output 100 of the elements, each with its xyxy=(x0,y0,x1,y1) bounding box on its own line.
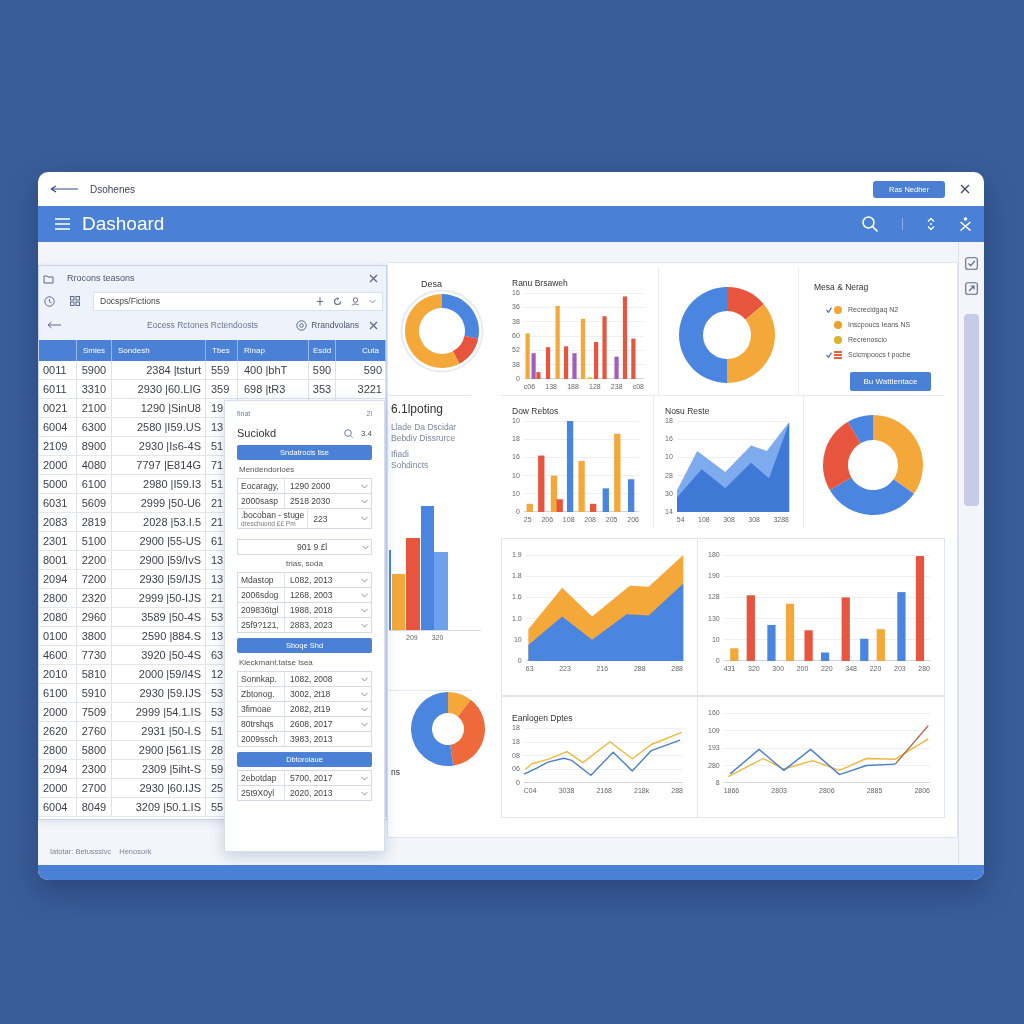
user-icon[interactable] xyxy=(351,296,360,306)
select-field[interactable]: Mdastop L082, 2013 xyxy=(237,572,372,588)
checkbox-icon[interactable] xyxy=(965,257,978,270)
chevron-down-icon[interactable] xyxy=(361,622,368,628)
back-arrow-icon[interactable] xyxy=(47,321,61,329)
chevron-down-icon[interactable] xyxy=(369,298,376,304)
chevron-down-icon[interactable] xyxy=(361,516,368,521)
column-header[interactable]: Esdd xyxy=(312,346,332,355)
chevron-down-icon[interactable] xyxy=(361,706,368,712)
folder-icon[interactable] xyxy=(43,272,54,284)
close-icon[interactable] xyxy=(960,184,970,194)
column-header[interactable]: Smies xyxy=(82,346,106,355)
select-field[interactable]: Eocaragy, 1290 2000 xyxy=(237,478,372,494)
table-cell: 59 xyxy=(211,763,224,775)
select-field[interactable]: 3fimoae 2082, 2t19 xyxy=(237,701,372,717)
field-label: .bocoban - stuge xyxy=(241,510,305,520)
chevron-down-icon[interactable] xyxy=(361,676,368,682)
table-cell: 5000 xyxy=(43,478,68,490)
sort-icon[interactable] xyxy=(927,217,935,231)
nav-text: Eocess Rctones Rctendoosts xyxy=(147,320,260,330)
table-cell: 2010 xyxy=(43,668,68,680)
clock-icon[interactable] xyxy=(44,295,55,307)
select-field[interactable]: 2009ssch 3983, 2013 xyxy=(237,731,372,747)
search-icon[interactable] xyxy=(862,216,878,232)
table-cell: 55 xyxy=(211,801,224,813)
select-field[interactable]: 2000sasp 2518 2030 xyxy=(237,493,372,509)
close-icon[interactable] xyxy=(369,273,378,283)
chart-title: Ranu Brsaweh xyxy=(512,278,568,288)
section-caption: trias, soda xyxy=(286,559,323,568)
field-value: 2608, 2017 xyxy=(289,719,334,729)
refresh-icon[interactable] xyxy=(333,296,342,306)
search-icon[interactable] xyxy=(343,428,353,438)
table-cell: 2301 xyxy=(43,535,68,547)
table-cell: 2083 xyxy=(43,516,68,528)
table-cell: 2900 |561.IS xyxy=(138,744,201,756)
select-field[interactable]: 25f9?121, 2883, 2023 xyxy=(237,617,372,633)
menu-icon[interactable] xyxy=(55,218,70,230)
chevron-down-icon[interactable] xyxy=(361,721,368,727)
back-arrow-icon[interactable] xyxy=(50,185,78,193)
item-count: 3.4 xyxy=(360,428,372,438)
column-header[interactable]: Sondesh xyxy=(118,346,150,355)
table-cell: 2930 |59.IJS xyxy=(139,687,201,699)
chevron-down-icon[interactable] xyxy=(361,498,368,504)
table-cell: 2620 xyxy=(43,725,68,737)
chevron-down-icon[interactable] xyxy=(361,577,368,583)
table-cell: 2999 |50-U6 xyxy=(140,497,201,509)
table-cell: 2999 |54.1.IS xyxy=(135,706,201,718)
table-cell: 2800 xyxy=(43,592,68,604)
column-header[interactable]: Tbes xyxy=(212,346,230,355)
search-field[interactable]: Docsps/Fictions xyxy=(93,291,383,311)
table-cell: 4080 xyxy=(81,459,107,471)
scrollbar[interactable] xyxy=(964,314,979,506)
chevron-down-icon[interactable] xyxy=(362,544,369,550)
chart-title: Desa xyxy=(421,279,442,289)
field-label: 2009ssch xyxy=(241,734,279,744)
chart-title: Nosu Reste xyxy=(665,406,710,416)
ring-icon[interactable] xyxy=(296,319,308,331)
table-cell: 2819 xyxy=(81,516,107,528)
select-field[interactable]: 80trshqs 2608, 2017 xyxy=(237,716,372,732)
chevron-down-icon[interactable] xyxy=(361,592,368,598)
column-header[interactable]: Rinap xyxy=(244,346,265,355)
chevron-down-icon[interactable] xyxy=(361,775,368,781)
select-field[interactable]: Sonnkap. 1082, 2008 xyxy=(237,671,372,687)
grid-icon[interactable] xyxy=(70,296,80,306)
select-field[interactable]: 2ebotdap 5700, 2017 xyxy=(237,770,372,786)
chart-bar xyxy=(876,629,885,661)
column-header[interactable]: Cuta xyxy=(362,346,379,355)
select-field[interactable]: 25t9X0yl 2020, 2013 xyxy=(237,785,372,801)
plus-icon[interactable] xyxy=(316,296,324,306)
select-field[interactable]: 2006sdog 1268, 2003 xyxy=(237,587,372,603)
export-icon[interactable] xyxy=(965,282,978,295)
table-cell: 53 xyxy=(211,706,224,718)
chevron-down-icon[interactable] xyxy=(361,691,368,697)
table-cell: 3800 xyxy=(81,630,107,642)
table-cell: 2109 xyxy=(43,440,68,452)
table-cell: 2320 xyxy=(81,592,107,604)
select-field[interactable]: 901 9 £l xyxy=(237,539,372,555)
person-icon[interactable] xyxy=(959,217,972,231)
chart-bar xyxy=(859,638,869,661)
select-field[interactable]: Zbtonog. 3002, 2t18 xyxy=(237,686,372,702)
field-label: 80trshqs xyxy=(241,719,275,729)
panel-title: Suciokd xyxy=(237,427,278,439)
table-cell: 353 xyxy=(312,383,332,395)
chevron-down-icon[interactable] xyxy=(361,790,368,796)
chevron-down-icon[interactable] xyxy=(361,607,368,613)
field-value: 2518 2030 xyxy=(289,496,332,506)
close-icon[interactable] xyxy=(369,320,378,330)
table-cell: 2028 |53.I.5 xyxy=(143,516,201,528)
select-field[interactable]: 209836tgl 1988, 2018 xyxy=(237,602,372,618)
chart-bar xyxy=(841,597,850,661)
table-cell: 2760 xyxy=(81,725,107,737)
table-cell: 2094 xyxy=(43,573,68,585)
table-cell: 2931 |50-I.S xyxy=(141,725,201,737)
table-cell: 7797 |E814G xyxy=(136,459,201,471)
legend-button[interactable]: Bu Wattlentace xyxy=(850,372,931,391)
table-cell: 7730 xyxy=(81,649,107,661)
table-cell: 21 xyxy=(211,592,224,604)
nav-link[interactable]: Rrandvolans xyxy=(311,320,359,330)
table-cell: 2384 |tsturt xyxy=(146,364,201,376)
chevron-down-icon[interactable] xyxy=(361,483,368,489)
